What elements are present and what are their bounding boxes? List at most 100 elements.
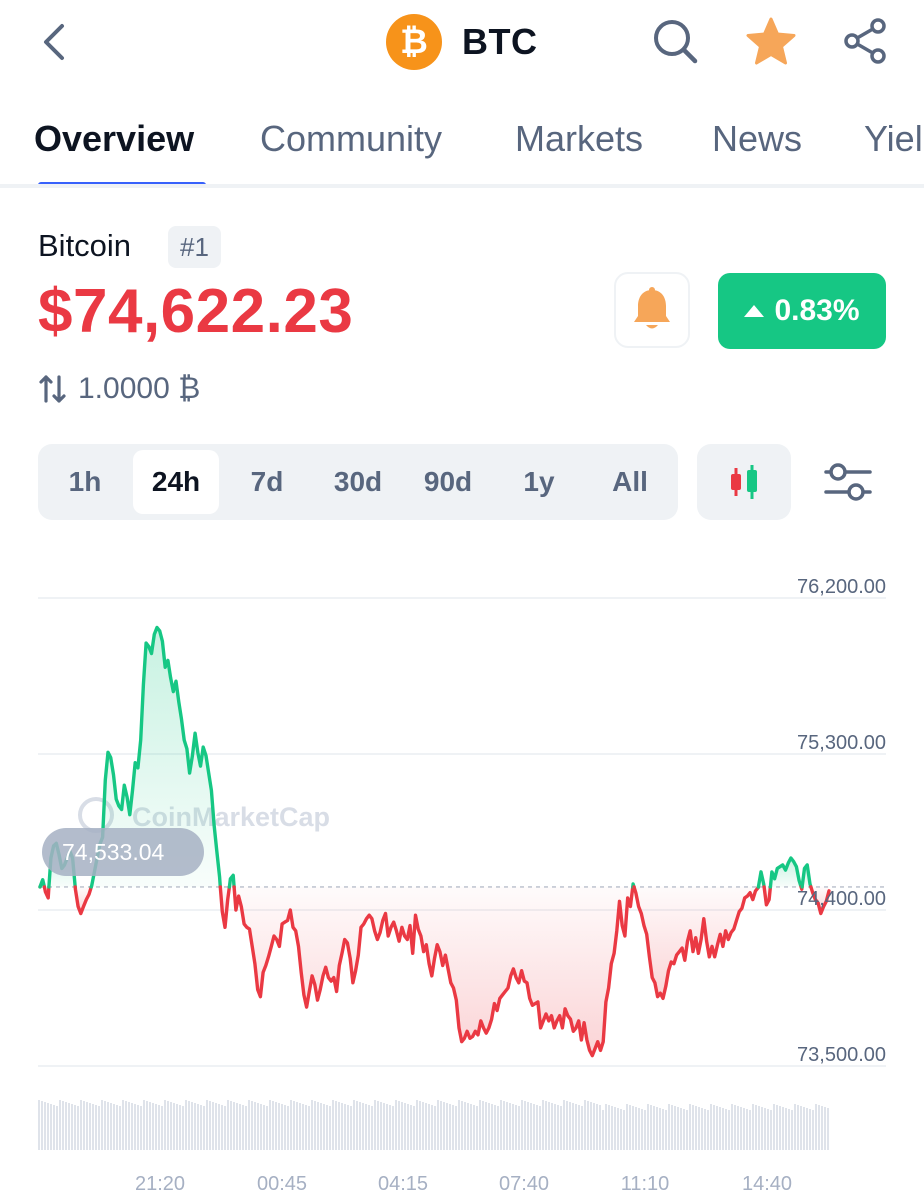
volume-bar [665,1110,667,1150]
volume-bar [251,1101,253,1150]
volume-bar [467,1103,469,1150]
volume-bar [818,1105,820,1150]
period-7d[interactable]: 7d [224,450,310,514]
volume-bar [575,1104,577,1150]
volume-bar [557,1105,559,1150]
volume-bar [311,1100,313,1150]
search-icon [654,20,698,64]
volume-bar [458,1100,460,1150]
share-button[interactable] [840,16,890,66]
volume-bar [125,1101,127,1150]
volume-bar [692,1105,694,1150]
y-tick-label: 73,500.00 [797,1044,886,1066]
x-tick-label: 04:15 [378,1173,428,1195]
share-icon [844,18,886,64]
volume-bar [650,1105,652,1150]
volume-bar [725,1109,727,1150]
price-alert-button[interactable] [614,272,690,348]
y-tick-label: 76,200.00 [797,576,886,598]
volume-bar [689,1104,691,1150]
volume-bar [77,1106,79,1150]
volume-bar [59,1100,61,1150]
volume-bar [764,1108,766,1150]
y-tick-label: 75,300.00 [797,732,886,754]
volume-bar [392,1106,394,1150]
current-price: $74,622.23 [38,277,354,346]
volume-bar [560,1106,562,1150]
search-button[interactable] [650,16,700,66]
volume-bar [50,1104,52,1150]
volume-bar [272,1101,274,1150]
volume-bar [704,1109,706,1150]
tab-community[interactable]: Community [260,118,442,160]
tab-news[interactable]: News [712,118,802,160]
tab-overview[interactable]: Overview [34,118,194,160]
x-tick-label: 14:40 [742,1173,792,1195]
volume-bar [152,1103,154,1150]
back-button[interactable] [36,20,76,64]
volume-bar [236,1103,238,1150]
volume-bar [638,1108,640,1150]
volume-bar [518,1106,520,1150]
btc-conversion: 1.0000 ₿ [38,372,200,406]
volume-bar [41,1101,43,1150]
volume-bar [713,1105,715,1150]
volume-bar [386,1104,388,1150]
volume-bar [731,1104,733,1150]
volume-bar [86,1102,88,1150]
volume-bar [110,1103,112,1150]
volume-bar [89,1103,91,1150]
volume-bar [245,1106,247,1150]
volume-bar [653,1106,655,1150]
volume-bar [44,1102,46,1150]
volume-bar [536,1105,538,1150]
period-1h[interactable]: 1h [42,450,128,514]
volume-bar [191,1102,193,1150]
tab-markets[interactable]: Markets [515,118,643,160]
volume-bar [635,1107,637,1150]
volume-bar [263,1105,265,1150]
volume-bar [119,1106,121,1150]
x-tick-label: 07:40 [499,1173,549,1195]
volume-bars [38,1100,829,1150]
volume-bar [203,1106,205,1150]
volume-bar [335,1101,337,1150]
volume-bar [791,1110,793,1150]
volume-bar [188,1101,190,1150]
watchlist-star-button[interactable] [744,16,796,66]
volume-bar [332,1100,334,1150]
volume-bar [542,1100,544,1150]
volume-bar [815,1104,817,1150]
volume-bar [644,1110,646,1150]
volume-bar [428,1104,430,1150]
volume-bar [314,1101,316,1150]
volume-bar [62,1101,64,1150]
volume-bar [137,1105,139,1150]
bitcoin-logo-icon: ₿ [386,14,442,70]
volume-bar [812,1110,814,1150]
period-all[interactable]: All [587,450,673,514]
period-1y[interactable]: 1y [496,450,582,514]
volume-bar [107,1102,109,1150]
period-30d[interactable]: 30d [315,450,401,514]
volume-bar [224,1106,226,1150]
period-24h[interactable]: 24h [133,450,219,514]
volume-bar [350,1106,352,1150]
chart-settings-button[interactable] [820,456,876,508]
volume-bar [122,1100,124,1150]
volume-bar [461,1101,463,1150]
price-chart[interactable]: CoinMarketCap 76,200.0075,300.0074,400.0… [0,560,924,1200]
volume-bar [413,1106,415,1150]
volume-bar [476,1106,478,1150]
volume-bar [497,1106,499,1150]
volume-bar [587,1101,589,1150]
volume-bar [716,1106,718,1150]
period-90d[interactable]: 90d [405,450,491,514]
volume-bar [221,1105,223,1150]
volume-bar [155,1104,157,1150]
volume-bar [323,1104,325,1150]
volume-bar [695,1106,697,1150]
tab-yield[interactable]: Yiel [864,118,923,160]
candlestick-toggle-button[interactable] [697,444,791,520]
volume-bar [701,1108,703,1150]
